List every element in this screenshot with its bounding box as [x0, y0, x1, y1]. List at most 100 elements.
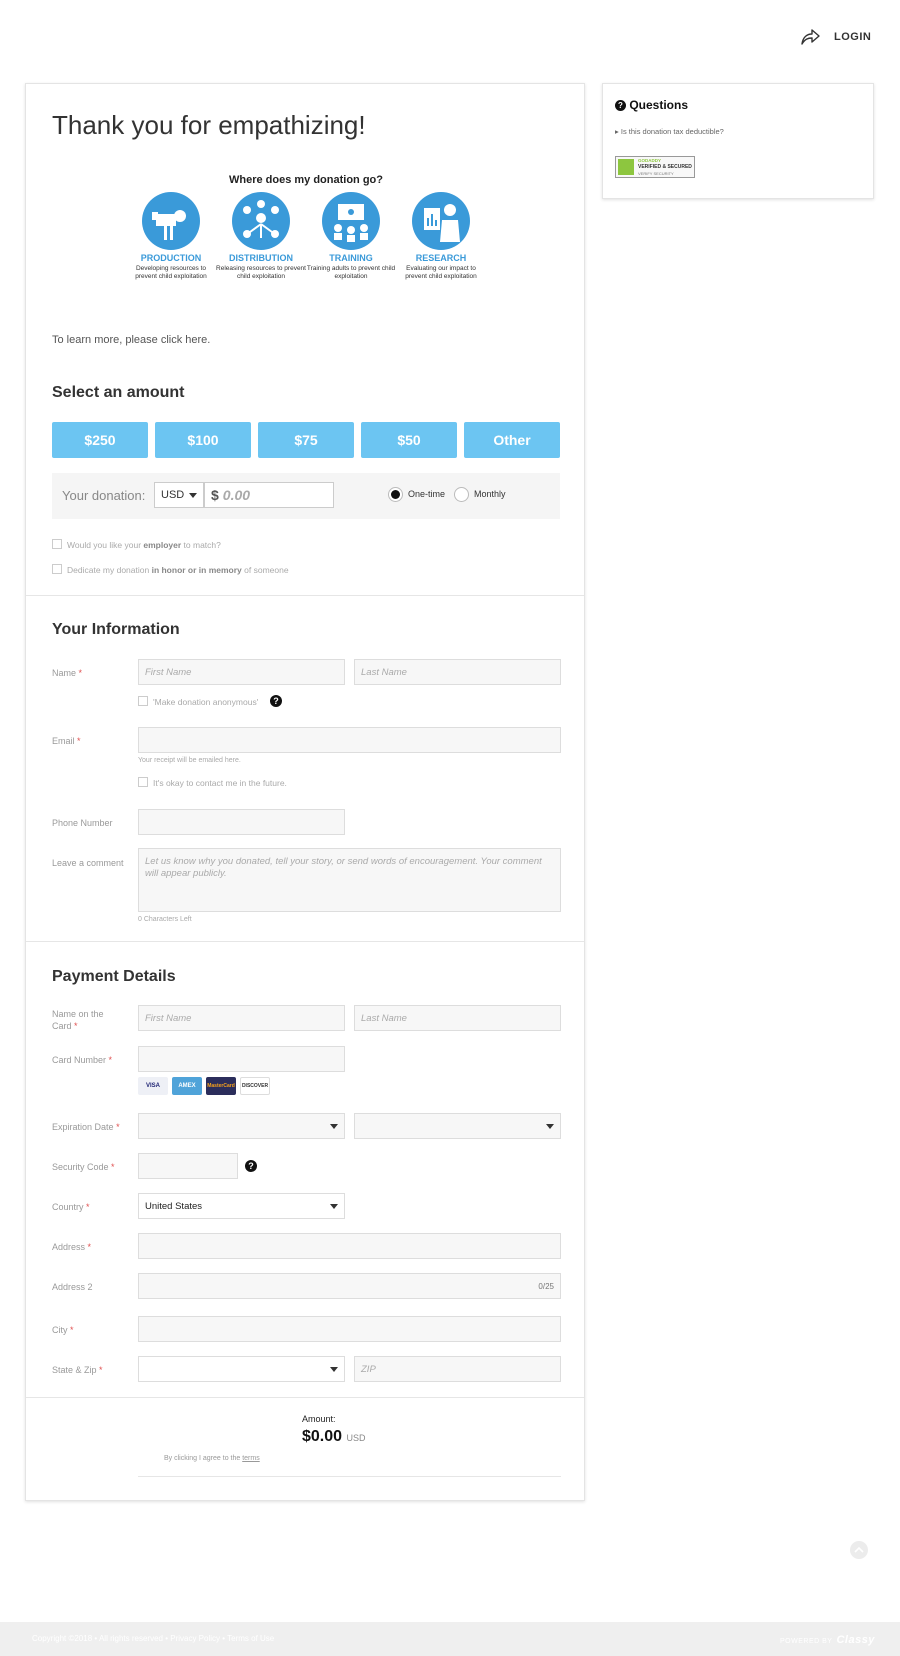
select-amount-title: Select an amount — [52, 384, 185, 401]
dollar-sign: $ — [211, 487, 219, 503]
amount-100-button[interactable]: $100 — [155, 422, 251, 458]
name-label: Name * — [52, 668, 83, 678]
city-label: City * — [52, 1325, 74, 1335]
phone-label: Phone Number — [52, 818, 113, 828]
employer-match-label: Would you like your employer to match? — [67, 540, 221, 550]
infographic-desc: Evaluating our impact to prevent child e… — [405, 265, 477, 280]
card-number-input[interactable] — [138, 1046, 345, 1072]
discover-icon: DISCOVER — [240, 1077, 270, 1095]
address-label: Address * — [52, 1242, 92, 1252]
infographic-training: TRAINING Training adults to prevent chil… — [306, 192, 396, 281]
address2-input[interactable]: 0/25 — [138, 1273, 561, 1299]
expiration-label: Expiration Date * — [52, 1122, 120, 1132]
top-bar: LOGIN — [0, 0, 900, 75]
help-icon[interactable]: ? — [245, 1160, 257, 1172]
donation-amount-input[interactable]: $0.00 — [204, 482, 334, 508]
powered-by: POWERED BY Classy — [780, 1634, 875, 1646]
one-time-label: One-time — [408, 489, 446, 499]
country-value: United States — [145, 1201, 203, 1212]
contact-checkbox[interactable] — [138, 777, 148, 787]
your-information-title: Your Information — [52, 621, 180, 638]
divider — [26, 941, 584, 942]
one-time-radio[interactable] — [388, 487, 403, 502]
currency-select[interactable]: USD — [154, 482, 204, 508]
question-circle-icon: ? — [615, 100, 626, 111]
divider — [26, 1397, 584, 1398]
amount-placeholder: 0.00 — [222, 487, 251, 503]
infographic-desc: Releasing resources to prevent child exp… — [216, 265, 306, 280]
amount-75-button[interactable]: $75 — [258, 422, 354, 458]
amex-icon: AMEX — [172, 1077, 202, 1095]
characters-left: 0 Characters Left — [138, 916, 192, 923]
phone-input[interactable] — [138, 809, 345, 835]
infographic-label: PRODUCTION — [140, 253, 202, 263]
godaddy-seal[interactable]: GODADDY VERIFIED & SECURED VERIFY SECURI… — [615, 156, 695, 178]
state-select[interactable] — [138, 1356, 345, 1382]
divider — [26, 595, 584, 596]
anonymous-checkbox[interactable] — [138, 696, 148, 706]
address-input[interactable] — [138, 1233, 561, 1259]
contact-label: It's okay to contact me in the future. — [153, 778, 287, 788]
learn-more-link[interactable]: To learn more, please click here. — [52, 334, 210, 346]
seal-sub: VERIFY SECURITY — [638, 171, 674, 176]
email-hint: Your receipt will be emailed here. — [138, 757, 241, 764]
monthly-radio[interactable] — [454, 487, 469, 502]
share-icon[interactable] — [800, 28, 820, 46]
dedicate-checkbox[interactable] — [52, 564, 62, 574]
donation-amount-box: Your donation: USD $0.00 One-time Monthl… — [52, 473, 560, 519]
comment-textarea[interactable]: Let us know why you donated, tell your s… — [138, 848, 561, 912]
infographic-label: RESEARCH — [415, 253, 467, 263]
card-first-name-input[interactable]: First Name — [138, 1005, 345, 1031]
terms-link[interactable]: terms — [242, 1455, 260, 1462]
zip-input[interactable]: ZIP — [354, 1356, 561, 1382]
back-to-top-button[interactable] — [850, 1541, 868, 1559]
camera-icon — [142, 192, 200, 250]
amount-250-button[interactable]: $250 — [52, 422, 148, 458]
email-input[interactable] — [138, 727, 561, 753]
currency-value: USD — [161, 489, 185, 501]
country-select[interactable]: United States — [138, 1193, 345, 1219]
chevron-down-icon — [330, 1204, 338, 1209]
donation-form-card: Thank you for empathizing! Where does my… — [25, 83, 585, 1501]
amount-other-button[interactable]: Other — [464, 422, 560, 458]
infographic-production: PRODUCTION Developing resources to preve… — [126, 192, 216, 281]
infographic-distribution: DISTRIBUTION Releasing resources to prev… — [216, 192, 306, 281]
infographic-research: RESEARCH Evaluating our impact to preven… — [396, 192, 486, 281]
address2-label: Address 2 — [52, 1282, 93, 1292]
card-last-name-input[interactable]: Last Name — [354, 1005, 561, 1031]
state-zip-label: State & Zip * — [52, 1365, 103, 1375]
first-name-input[interactable]: First Name — [138, 659, 345, 685]
questions-title: ? Questions — [615, 98, 688, 112]
expiration-year-select[interactable] — [354, 1113, 561, 1139]
mastercard-icon: MasterCard — [206, 1077, 236, 1095]
login-link[interactable]: LOGIN — [834, 31, 871, 43]
monthly-label: Monthly — [474, 489, 506, 499]
payment-details-title: Payment Details — [52, 968, 176, 985]
infographic-label: DISTRIBUTION — [229, 253, 293, 263]
research-icon — [412, 192, 470, 250]
help-icon[interactable]: ? — [270, 695, 282, 707]
chevron-down-icon — [189, 493, 197, 498]
question-link[interactable]: ▸ Is this donation tax deductible? — [615, 127, 724, 136]
employer-match-checkbox[interactable] — [52, 539, 62, 549]
footer: Copyright ©2018 • All rights reserved • … — [0, 1622, 900, 1656]
chevron-up-icon — [854, 1546, 864, 1553]
amount-title: Amount: — [302, 1414, 336, 1424]
lock-icon — [618, 159, 634, 175]
dedicate-label: Dedicate my donation in honor or in memo… — [67, 565, 289, 575]
infographic-label: TRAINING — [329, 253, 373, 263]
training-icon — [322, 192, 380, 250]
security-code-input[interactable] — [138, 1153, 238, 1179]
terms-text: By clicking I agree to the terms — [164, 1455, 260, 1462]
distribution-icon — [232, 192, 290, 250]
card-number-label: Card Number * — [52, 1055, 113, 1065]
email-label: Email * — [52, 736, 81, 746]
divider — [138, 1476, 561, 1477]
anonymous-label: 'Make donation anonymous' — [153, 697, 259, 707]
city-input[interactable] — [138, 1316, 561, 1342]
page-title: Thank you for empathizing! — [52, 110, 366, 140]
amount-50-button[interactable]: $50 — [361, 422, 457, 458]
seal-brand: GODADDY — [638, 158, 662, 163]
expiration-month-select[interactable] — [138, 1113, 345, 1139]
last-name-input[interactable]: Last Name — [354, 659, 561, 685]
